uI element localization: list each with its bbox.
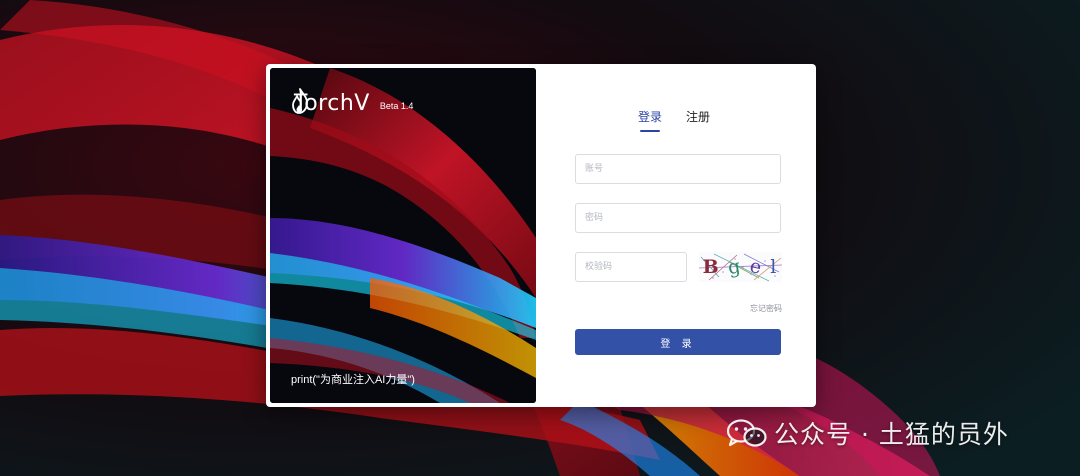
account-input[interactable] (575, 154, 781, 184)
captcha-char: e (747, 254, 766, 280)
tab-register[interactable]: 注册 (686, 108, 710, 132)
login-button[interactable]: 登 录 (575, 329, 781, 355)
flame-logo-icon (292, 88, 308, 114)
tab-login[interactable]: 登录 (638, 108, 662, 132)
slogan: print("为商业注入AI力量") (291, 374, 415, 386)
wechat-icon (726, 419, 767, 447)
captcha-char: B (702, 256, 721, 278)
password-input[interactable] (575, 203, 781, 233)
captcha-image[interactable]: B g e l (699, 252, 782, 282)
brand-header: TorchV Beta 1.4 (290, 88, 413, 118)
auth-tabs: 登录 注册 (638, 108, 734, 132)
captcha-char: l (770, 256, 779, 278)
brand-panel: TorchV Beta 1.4 print("为商业注入AI力量") (270, 68, 536, 403)
form-panel: 登录 注册 账号 校验码 B g e l 忘记密码 登 录 (536, 64, 816, 407)
watermark-text: 公众号 · 土猛的员外 (774, 420, 1009, 449)
captcha-char: g (726, 254, 745, 280)
login-card: TorchV Beta 1.4 print("为商业注入AI力量") 登录 注册 (266, 64, 816, 407)
brand-panel-artwork (270, 68, 536, 403)
forgot-password-link[interactable]: 忘记密码 (750, 303, 782, 314)
version-badge: Beta 1.4 (379, 101, 414, 111)
captcha-input[interactable] (575, 252, 687, 282)
captcha-characters: B g e l (699, 252, 782, 282)
watermark: 公众号 · 土猛的员外 (726, 416, 1009, 450)
